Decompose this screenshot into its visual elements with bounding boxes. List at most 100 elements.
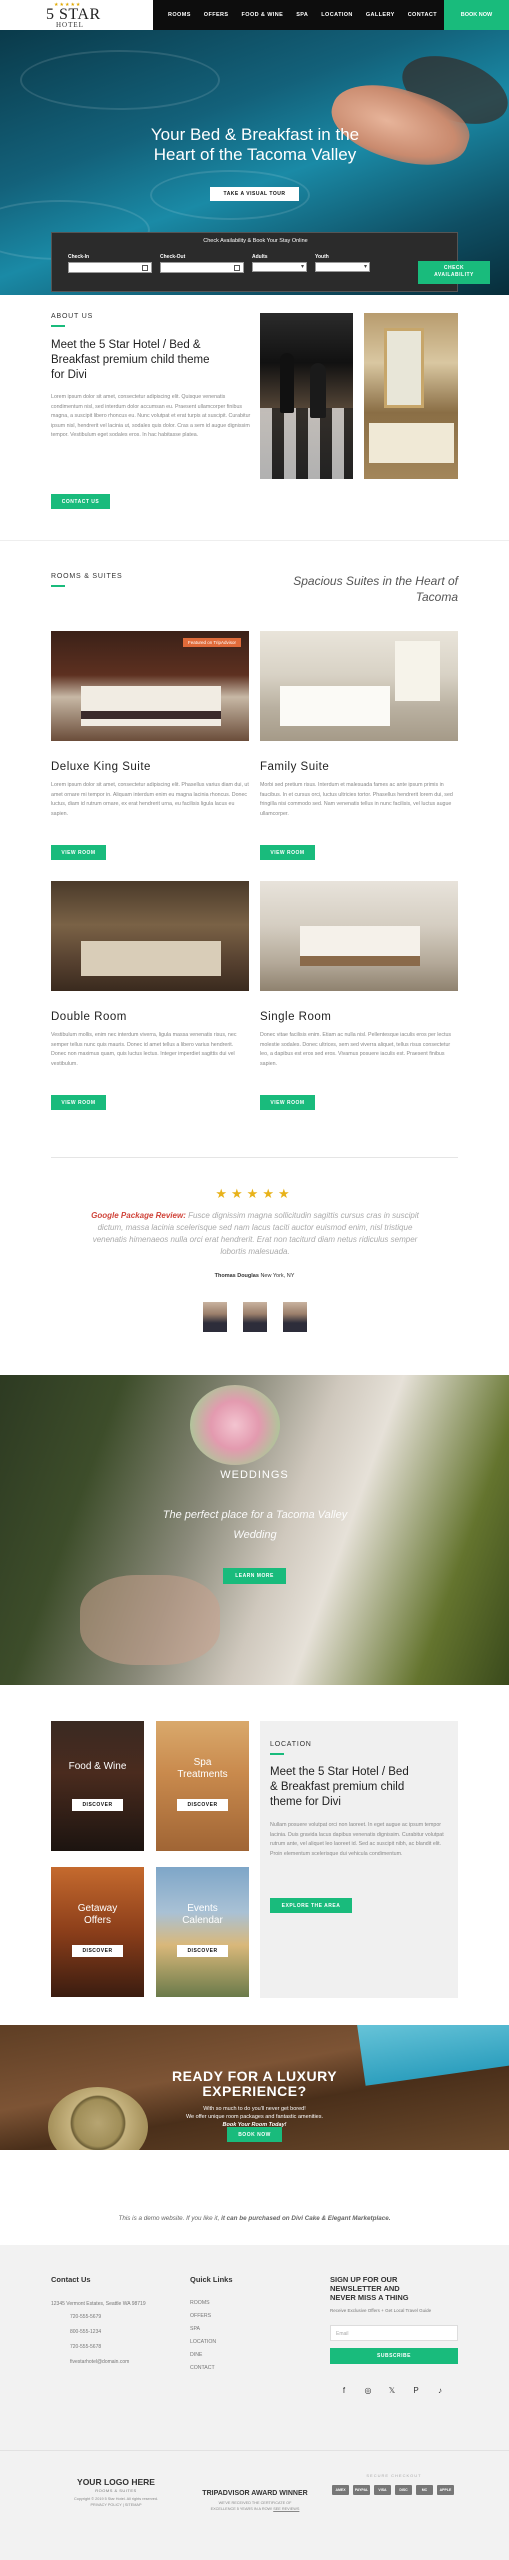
visual-tour-button[interactable]: TAKE A VISUAL TOUR	[210, 187, 299, 201]
award-text: WE'VE RECEIVED THE CERTIFICATE OF	[218, 2501, 292, 2505]
about-title-line: Meet the 5 Star Hotel / Bed &	[51, 339, 201, 351]
footer-email[interactable]: fivestarhotel@domain.com	[70, 2356, 129, 2368]
holding-hands-image	[80, 1575, 220, 1665]
hotel-room-image	[364, 313, 458, 479]
room-description: Vestibulum mollis, enim nec interdum viv…	[51, 1032, 237, 1067]
discover-button[interactable]: DISCOVER	[72, 1945, 123, 1957]
subscribe-button[interactable]: SUBSCRIBE	[330, 2348, 458, 2364]
adults-label: Adults	[252, 254, 268, 260]
luxury-book-now-button[interactable]: BOOK NOW	[227, 2127, 282, 2142]
about-body: Lorem ipsum dolor sit amet, consectetur …	[51, 394, 251, 438]
apple-pay-icon: APPLE	[437, 2485, 454, 2495]
footer-address: 12345 Vermont Estates, Seattle WA 98719	[51, 2301, 146, 2307]
footer-link[interactable]: SPA	[190, 2326, 200, 2332]
mastercard-icon: MC	[416, 2485, 433, 2495]
room-description: Lorem ipsum dolor sit amet, consectetur …	[51, 782, 249, 817]
tile-title: Events Calendar	[182, 1903, 223, 1926]
newsletter-email-input[interactable]: Email	[330, 2325, 458, 2341]
room-image-deluxe-king[interactable]	[51, 631, 249, 741]
room-image-double-room[interactable]	[51, 881, 249, 991]
view-room-button[interactable]: VIEW ROOM	[260, 845, 315, 860]
footer-logo-title[interactable]: YOUR LOGO HERE	[51, 2477, 181, 2487]
discover-card-icon: DISC	[395, 2485, 412, 2495]
demo-note: This is a demo website. If you like it, …	[0, 2215, 509, 2222]
reviewer-name: Thomas Douglas	[214, 1273, 259, 1279]
nav-item-spa[interactable]: SPA	[296, 12, 308, 18]
nav-item-food-wine[interactable]: FOOD & WINE	[242, 12, 284, 18]
discover-button[interactable]: DISCOVER	[177, 1799, 228, 1811]
demo-note-link[interactable]: it can be purchased on Divi Cake & Elega…	[221, 2215, 390, 2222]
discover-button[interactable]: DISCOVER	[72, 1799, 123, 1811]
location-section: Food & Wine DISCOVER Spa Treatments DISCO…	[0, 1685, 509, 2025]
nav-item-rooms[interactable]: ROOMS	[168, 12, 191, 18]
footer-link[interactable]: OFFERS	[190, 2313, 211, 2319]
tile-food-wine[interactable]: Food & Wine DISCOVER	[51, 1721, 144, 1851]
about-title-line: for Divi	[51, 369, 87, 381]
footer-link[interactable]: CONTACT	[190, 2365, 215, 2371]
facebook-icon[interactable]: f	[338, 2385, 350, 2397]
bed-shape	[81, 941, 221, 976]
newsletter-title: SIGN UP FOR OUR NEWSLETTER AND NEVER MIS…	[330, 2275, 409, 2302]
adults-select[interactable]	[252, 262, 307, 272]
instagram-icon[interactable]: ◎	[362, 2385, 374, 2397]
avatar[interactable]	[283, 1302, 307, 1332]
logo[interactable]: ★★★★★ 5 STAR HOTEL	[0, 0, 153, 30]
tile-spa-treatments[interactable]: Spa Treatments DISCOVER	[156, 1721, 249, 1851]
explore-area-button[interactable]: EXPLORE THE AREA	[270, 1898, 352, 1913]
check-availability-button[interactable]: CHECK AVAILABILITY	[418, 261, 490, 284]
newsletter-title-line: NEVER MISS A THING	[330, 2293, 409, 2302]
footer-phone[interactable]: 720-555-5678	[70, 2341, 101, 2353]
footer-phone[interactable]: 800-555-1234	[70, 2326, 101, 2338]
checkout-input[interactable]	[160, 262, 244, 273]
tile-title: Spa Treatments	[177, 1757, 228, 1780]
footer-link[interactable]: LOCATION	[190, 2339, 216, 2345]
twitter-icon[interactable]: 𝕏	[386, 2385, 398, 2397]
secure-checkout-label: SECURE CHECKOUT	[366, 2473, 422, 2478]
location-title-line: Meet the 5 Star Hotel / Bed	[270, 1766, 409, 1778]
book-now-button[interactable]: BOOK NOW	[444, 0, 509, 30]
nav-item-gallery[interactable]: GALLERY	[366, 12, 395, 18]
youth-select[interactable]	[315, 262, 370, 272]
weddings-subtitle-line: The perfect place for a Tacoma Valley	[162, 1509, 348, 1521]
checkin-input[interactable]	[68, 262, 152, 273]
view-room-button[interactable]: VIEW ROOM	[51, 845, 106, 860]
review-section: ★★★★★ Google Package Review: Fusce digni…	[0, 1130, 509, 1375]
divider	[51, 1157, 458, 1158]
learn-more-button[interactable]: LEARN MORE	[223, 1568, 286, 1584]
rating-stars-icon: ★★★★★	[215, 1186, 294, 1201]
tile-getaway-offers[interactable]: Getaway Offers DISCOVER	[51, 1867, 144, 1997]
location-title-line: theme for Divi	[270, 1796, 341, 1808]
tile-title: Getaway Offers	[77, 1903, 118, 1926]
room-description: Donec vitae facilisis enim. Etiam ac nul…	[260, 1032, 452, 1067]
footer-links-title: Quick Links	[190, 2275, 233, 2284]
room-image-single-room[interactable]	[260, 881, 458, 991]
legal-links[interactable]: PRIVACY POLICY | SITEMAP	[51, 2503, 181, 2507]
avatar[interactable]	[243, 1302, 267, 1332]
discover-button[interactable]: DISCOVER	[177, 1945, 228, 1957]
see-reviews-link[interactable]: SEE REVIEWS	[273, 2507, 299, 2511]
tile-events-calendar[interactable]: Events Calendar DISCOVER	[156, 1867, 249, 1997]
avatar[interactable]	[203, 1302, 227, 1332]
footer-link[interactable]: ROOMS	[190, 2300, 210, 2306]
main-nav: ROOMS OFFERS FOOD & WINE SPA LOCATION GA…	[168, 0, 437, 30]
footer-link[interactable]: DINE	[190, 2352, 202, 2358]
nav-item-contact[interactable]: CONTACT	[408, 12, 437, 18]
award-text-line: EXCELLENCE 5 YEARS IN A ROW!	[210, 2507, 273, 2511]
contact-us-button[interactable]: CONTACT US	[51, 494, 110, 509]
view-room-button[interactable]: VIEW ROOM	[260, 1095, 315, 1110]
check-button-line: AVAILABILITY	[434, 272, 474, 278]
view-room-button[interactable]: VIEW ROOM	[51, 1095, 106, 1110]
bed-shape	[280, 686, 390, 726]
tripadvisor-icon[interactable]: ♪	[434, 2385, 446, 2397]
about-label: ABOUT US	[51, 313, 94, 320]
hero-title: Your Bed & Breakfast in the Heart of the…	[100, 125, 410, 165]
review-quote: Google Package Review: Fusce dignissim m…	[80, 1210, 430, 1258]
reviewer-location: New York, NY	[258, 1273, 295, 1279]
footer-divider	[0, 2450, 509, 2451]
nav-item-location[interactable]: LOCATION	[321, 12, 353, 18]
pinterest-icon[interactable]: P	[410, 2385, 422, 2397]
bouquet-image	[190, 1385, 280, 1465]
footer-phone[interactable]: 720-555-5679	[70, 2311, 101, 2323]
room-image-family-suite[interactable]	[260, 631, 458, 741]
nav-item-offers[interactable]: OFFERS	[204, 12, 229, 18]
